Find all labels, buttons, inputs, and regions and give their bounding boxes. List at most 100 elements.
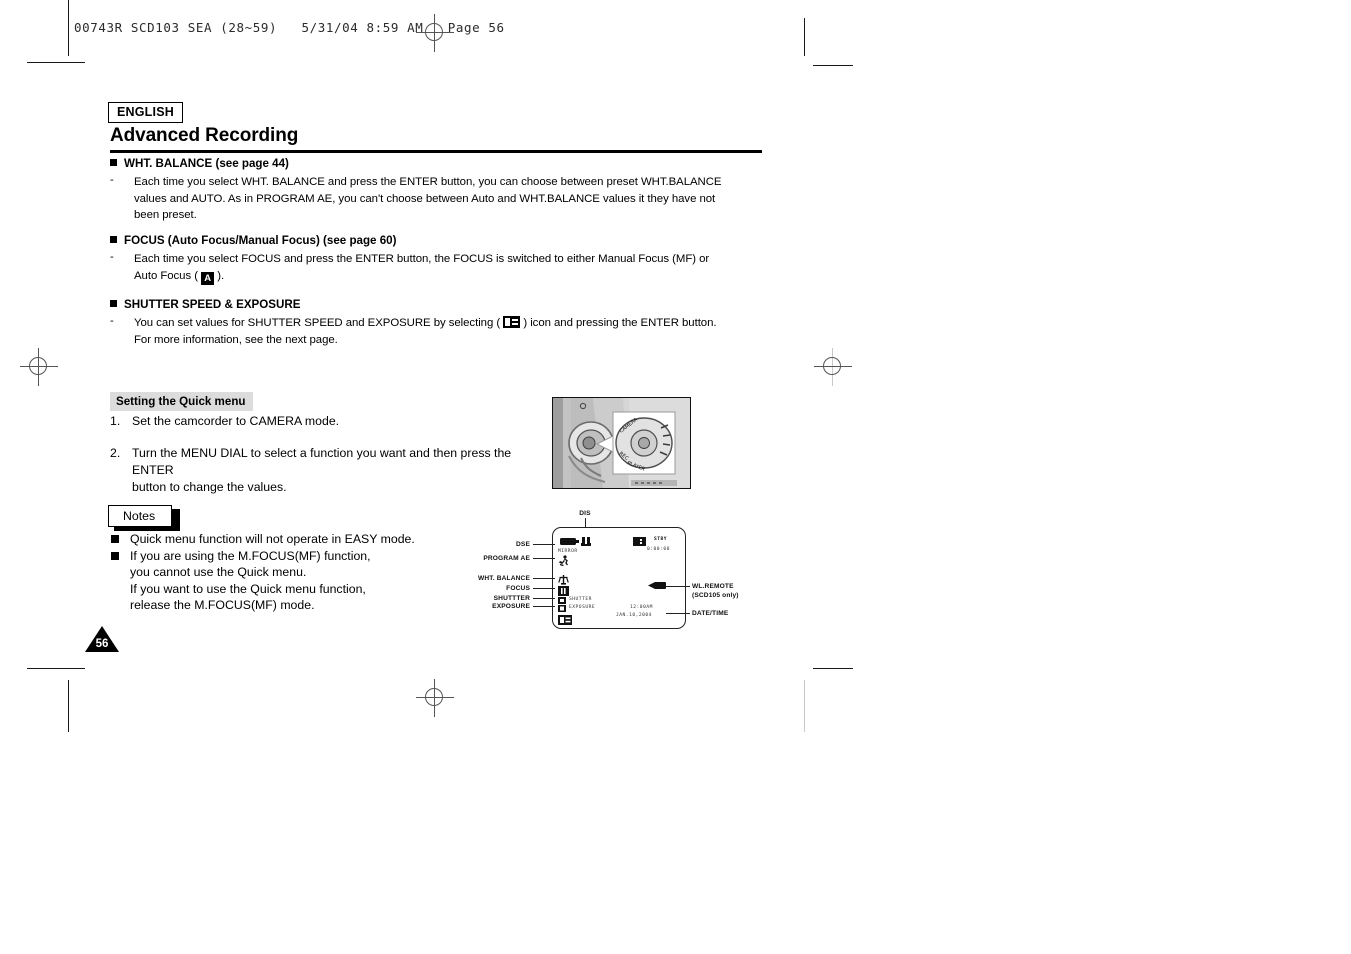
label-exposure: EXPOSURE	[492, 603, 530, 610]
step-text: Set the camcorder to CAMERA mode.	[132, 414, 340, 428]
note-line: Quick menu function will not operate in …	[130, 532, 415, 546]
body-line: For more information, see the next page.	[134, 333, 338, 346]
section-body: - Each time you select FOCUS and press t…	[110, 251, 770, 285]
list-item: Quick menu function will not operate in …	[108, 531, 508, 548]
page-title: Advanced Recording	[110, 125, 299, 146]
label-wl-remote: WL.REMOTE	[692, 583, 734, 590]
section-body: - Each time you select WHT. BALANCE and …	[110, 174, 770, 223]
registration-mark-bottom-center	[416, 679, 454, 717]
step-text-line1: Turn the MENU DIAL to select a function …	[132, 446, 512, 477]
leader-line-program-ae	[533, 558, 555, 559]
crop-mark-bottom-right-vertical	[804, 680, 805, 732]
square-bullet-icon	[111, 535, 119, 543]
label-date-time: DATE/TIME	[692, 610, 729, 617]
text-after-icon: ) icon and pressing the ENTER button.	[520, 317, 717, 330]
lcd-exposure-text: EXPOSURE	[569, 605, 596, 610]
exposure-row-icon	[558, 605, 566, 612]
leader-line-wl-remote	[666, 586, 690, 587]
language-tag: ENGLISH	[108, 102, 183, 124]
body-line: Each time you select FOCUS and press the…	[134, 253, 710, 266]
leader-line-exposure	[533, 606, 555, 607]
dash-bullet-icon: -	[110, 315, 114, 328]
body-line: been preset.	[134, 209, 197, 222]
label-shutter: SHUTTTER	[493, 595, 530, 602]
program-ae-sports-icon	[559, 555, 569, 566]
step-text-line2: button to change the values.	[132, 480, 287, 494]
leader-line-shutter	[533, 598, 555, 599]
crop-mark-top-left-vertical	[68, 0, 69, 56]
list-item: If you are using the M.FOCUS(MF) functio…	[108, 548, 508, 614]
battery-icon	[560, 538, 579, 545]
note-line: If you want to use the Quick menu functi…	[130, 581, 366, 596]
wl-remote-icon	[648, 582, 666, 589]
crop-mark-top-right-horizontal	[813, 65, 853, 66]
dis-icon	[581, 536, 591, 546]
print-job-header: 00743R SCD103 SEA (28~59) 5/31/04 8:59 A…	[74, 20, 505, 35]
note-line: release the M.FOCUS(MF) mode.	[130, 598, 315, 612]
crop-mark-top-right-vertical	[804, 18, 805, 56]
registration-mark-right	[814, 348, 852, 386]
crop-mark-bottom-right-horizontal	[813, 668, 853, 669]
lcd-mirror-text: MIRROR	[558, 549, 578, 554]
label-scd105-only: (SCD105 only)	[692, 592, 739, 599]
leader-line-dse	[533, 544, 555, 545]
shutter-row-icon	[558, 597, 566, 604]
body-line-with-icon: You can set values for SHUTTER SPEED and…	[134, 315, 790, 331]
notes-box: Notes	[108, 505, 173, 527]
square-bullet-icon	[110, 300, 117, 307]
section-heading: WHT. BALANCE (see page 44)	[110, 157, 770, 171]
label-dis: DIS	[579, 510, 591, 517]
leader-line-date-time	[666, 613, 690, 614]
lcd-timecode-text: 0:00:00	[647, 547, 670, 552]
lcd-shutter-text: SHUTTER	[569, 597, 592, 602]
step-number: 2.	[110, 446, 121, 460]
square-bullet-icon	[111, 551, 119, 560]
printed-page: 00743R SCD103 SEA (28~59) 5/31/04 8:59 A…	[0, 0, 1351, 954]
square-bullet-icon	[110, 159, 117, 166]
leader-line-wht-balance	[533, 578, 555, 579]
page-number-text: 56	[95, 638, 109, 650]
crop-mark-bottom-left-vertical	[68, 680, 69, 732]
step-number: 1.	[110, 414, 121, 428]
square-bullet-icon	[110, 236, 117, 243]
section-heading: FOCUS (Auto Focus/Manual Focus) (see pag…	[110, 234, 770, 248]
shutter-exposure-icon	[503, 316, 521, 329]
dash-bullet-icon: -	[110, 174, 114, 187]
section-wht-balance: WHT. BALANCE (see page 44) - Each time y…	[110, 157, 770, 223]
auto-focus-icon: A	[201, 271, 215, 285]
lcd-osd-diagram: DIS DSE PROGRAM AE WHT. BALANCE FOCUS SH…	[470, 505, 760, 630]
body-line: values and AUTO. As in PROGRAM AE, you c…	[134, 192, 716, 205]
shutter-exposure-combined-icon	[558, 615, 572, 625]
text-after-icon: ).	[214, 269, 225, 282]
note-line: you cannot use the Quick menu.	[130, 565, 307, 579]
leader-line-dis	[585, 518, 586, 528]
crop-mark-bottom-left-horizontal	[27, 668, 85, 669]
quick-menu-steps: 1. Set the camcorder to CAMERA mode. 2. …	[110, 413, 540, 496]
note-line: If you are using the M.FOCUS(MF) functio…	[130, 548, 371, 563]
text-before-icon: You can set values for SHUTTER SPEED and…	[134, 317, 504, 330]
dash-bullet-icon: -	[110, 251, 114, 264]
section-heading: SHUTTER SPEED & EXPOSURE	[110, 298, 790, 312]
body-line-with-icon: Auto Focus ( A ).	[134, 268, 770, 285]
leader-line-focus	[533, 588, 555, 589]
record-mode-icon	[633, 537, 646, 546]
label-program-ae: PROGRAM AE	[483, 555, 530, 562]
focus-mf-icon	[558, 586, 569, 596]
registration-mark-left	[20, 348, 58, 386]
section-focus: FOCUS (Auto Focus/Manual Focus) (see pag…	[110, 234, 770, 285]
crop-mark-top-left-horizontal	[27, 62, 85, 63]
camcorder-photo: CAMERA REC PLAYER	[552, 397, 691, 489]
step-item: 1. Set the camcorder to CAMERA mode.	[110, 413, 540, 430]
text-before-icon: Auto Focus (	[134, 269, 202, 282]
lcd-stby-text: STBY	[654, 537, 668, 542]
step-item: 2. Turn the MENU DIAL to select a functi…	[110, 445, 540, 496]
body-line: Each time you select WHT. BALANCE and pr…	[134, 176, 722, 189]
lcd-time-text: 12:00AM	[630, 605, 653, 610]
quick-menu-heading: Setting the Quick menu	[110, 392, 254, 411]
wht-balance-icon	[558, 575, 569, 585]
section-shutter-exposure: SHUTTER SPEED & EXPOSURE - You can set v…	[110, 298, 790, 348]
label-dse: DSE	[515, 541, 530, 548]
notes-list: Quick menu function will not operate in …	[108, 531, 508, 614]
title-rule	[110, 150, 762, 153]
label-focus: FOCUS	[506, 585, 530, 592]
